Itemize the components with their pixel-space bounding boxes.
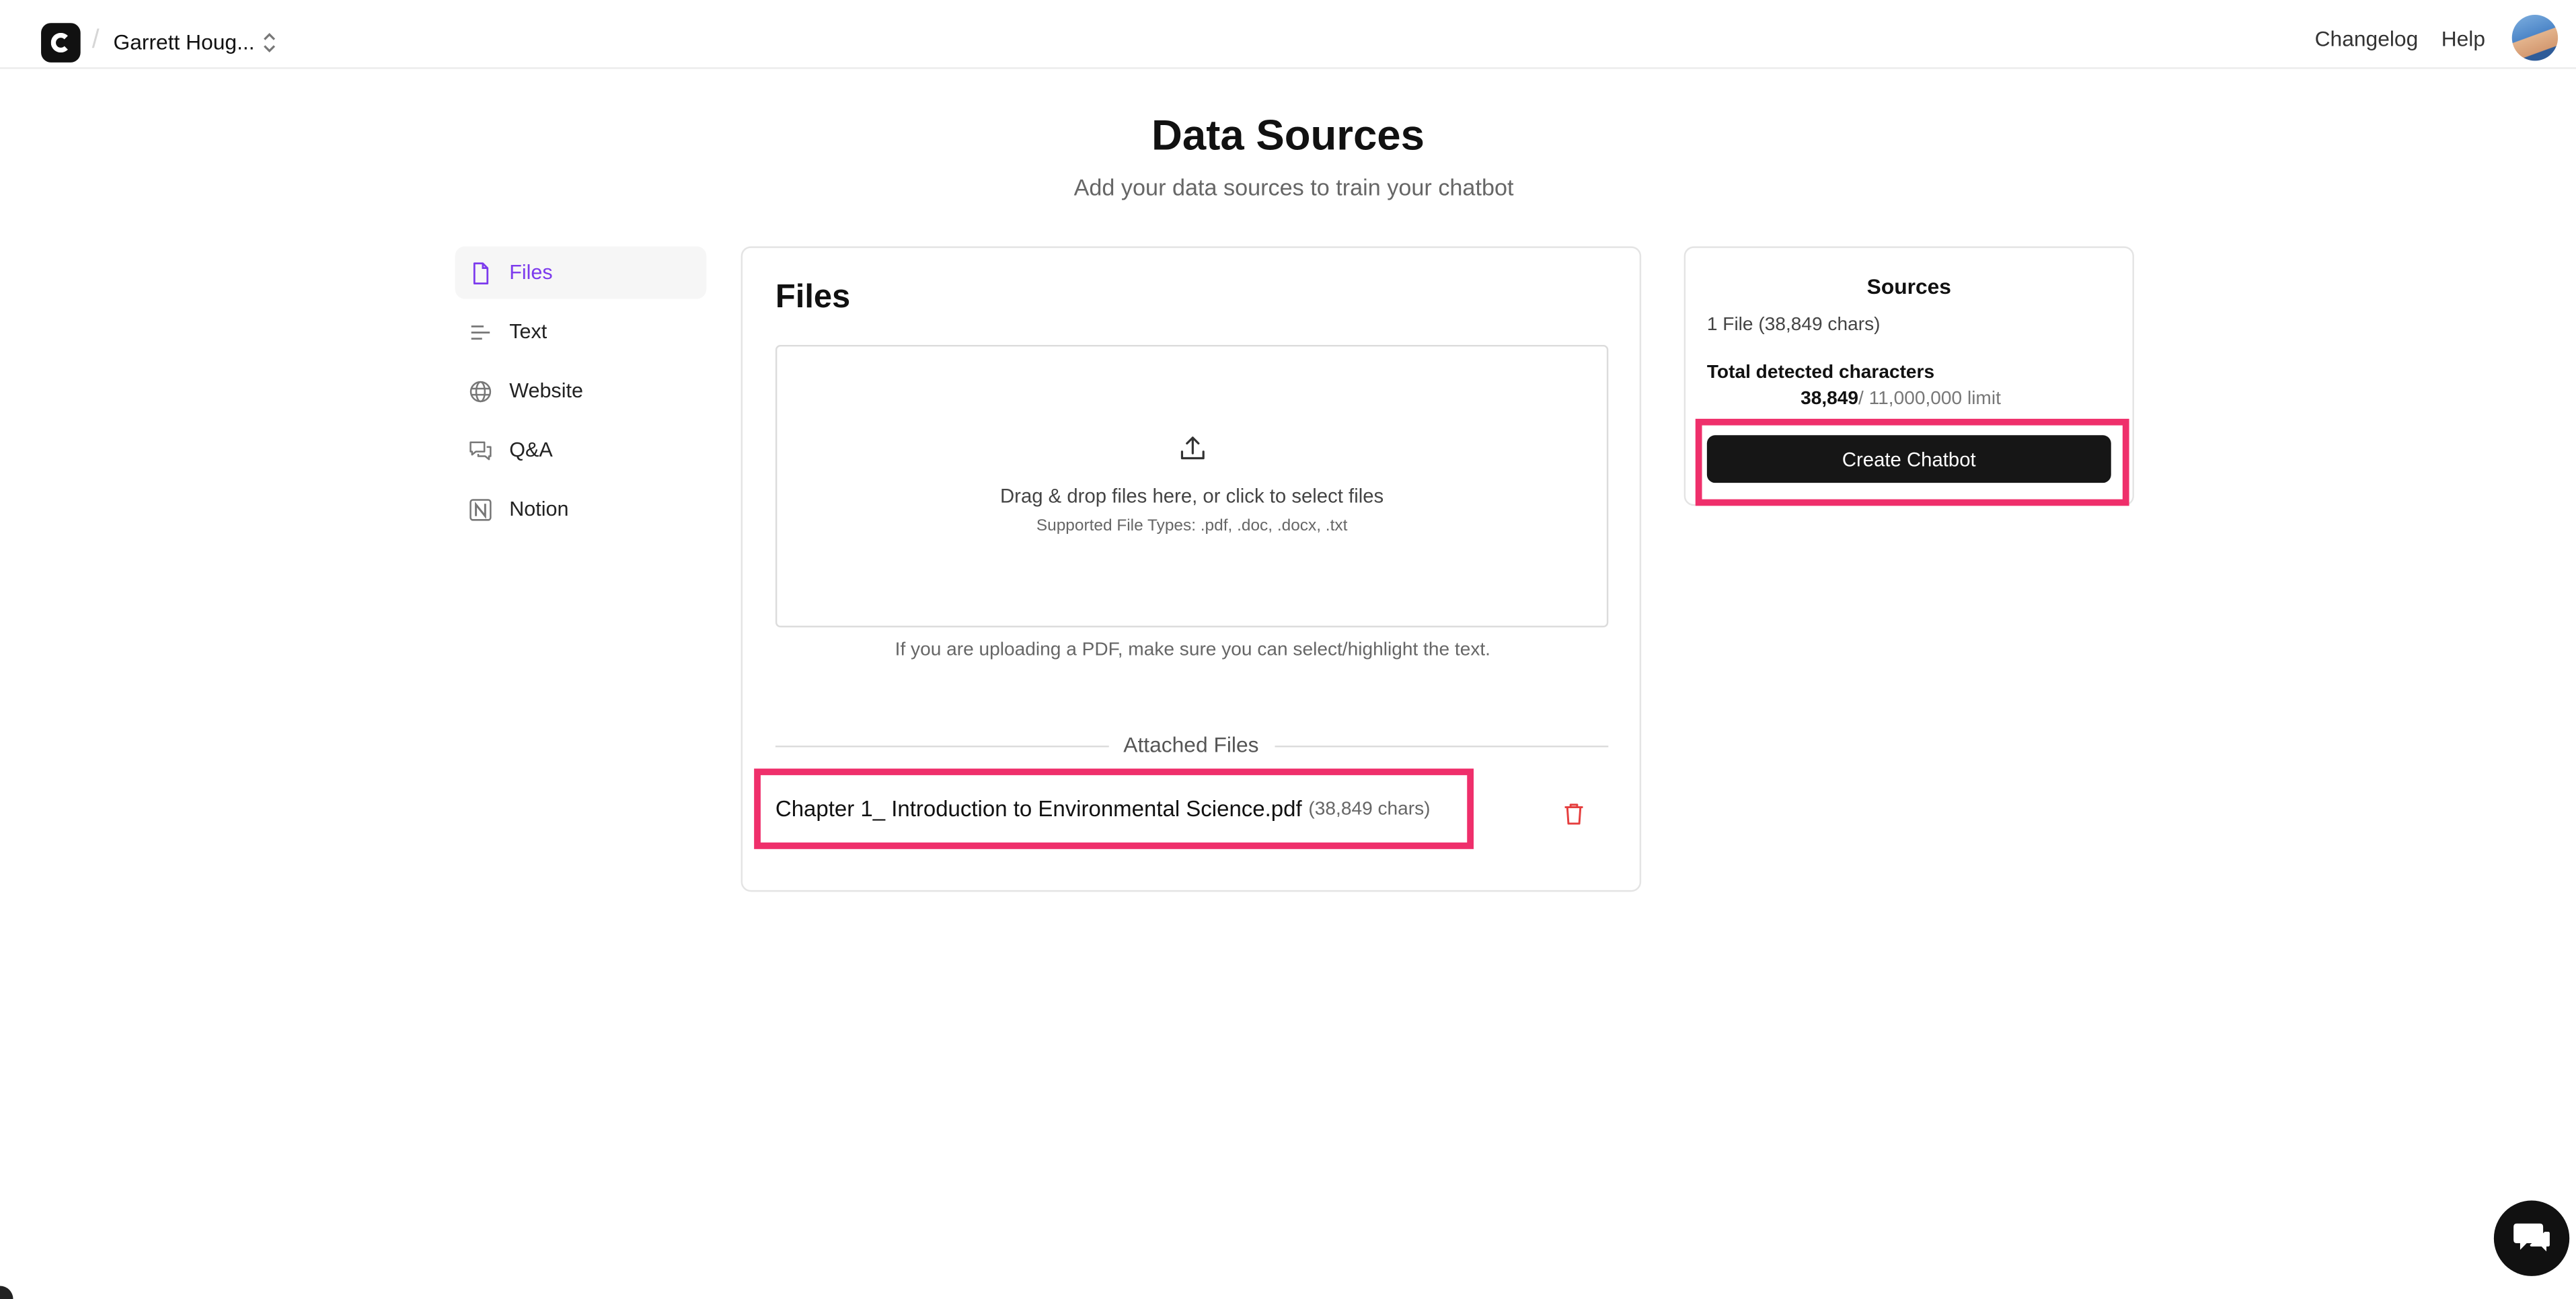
page-subtitle: Add your data sources to train your chat…: [1073, 173, 1514, 200]
text-lines-icon: [471, 324, 490, 339]
sources-panel: Sources 1 File (38,849 chars) Total dete…: [1683, 246, 2134, 506]
files-panel-title: Files: [775, 279, 851, 315]
nav-item-label: Notion: [509, 498, 569, 521]
create-chatbot-button[interactable]: Create Chatbot: [1706, 435, 2111, 483]
nav-item-files[interactable]: Files: [455, 246, 707, 299]
create-chatbot-highlight: Create Chatbot: [1695, 418, 2129, 506]
page-title: Data Sources: [1151, 110, 1425, 159]
logo-c-icon: [50, 32, 71, 53]
file-dropzone[interactable]: Drag & drop files here, or click to sele…: [775, 344, 1609, 628]
nav-item-label: Website: [509, 379, 583, 403]
globe-icon: [469, 380, 492, 402]
supported-file-types: Supported File Types: .pdf, .doc, .docx,…: [1036, 517, 1348, 536]
chat-icon: [2513, 1223, 2550, 1252]
chat-widget-button[interactable]: [2493, 1200, 2570, 1276]
user-avatar[interactable]: [2511, 14, 2559, 61]
changelog-link[interactable]: Changelog: [2315, 26, 2419, 51]
nav-item-label: Q&A: [509, 438, 553, 462]
attached-file-chars: (38,849 chars): [1308, 799, 1431, 819]
nav-item-label: Text: [509, 320, 547, 344]
corner-mark: [0, 1286, 13, 1299]
character-limit: / 11,000,000 limit: [1858, 389, 2001, 409]
attached-files-label: Attached Files: [1123, 732, 1259, 758]
app-logo[interactable]: [41, 23, 81, 63]
attached-file-name: Chapter 1_ Introduction to Environmental…: [775, 796, 1302, 822]
files-panel: Files Drag & drop files here, or click t…: [741, 246, 1642, 892]
nav-item-label: Files: [509, 261, 553, 284]
chevron-up-down-icon[interactable]: [260, 30, 279, 56]
character-total: 38,849: [1801, 389, 1859, 409]
file-icon: [473, 262, 489, 284]
workspace-name[interactable]: Garrett Houg...: [114, 30, 255, 54]
dropzone-text: Drag & drop files here, or click to sele…: [1000, 484, 1384, 508]
sources-file-count: 1 File (38,849 chars): [1706, 315, 1881, 336]
nav-item-notion[interactable]: Notion: [455, 483, 707, 535]
trash-icon[interactable]: [1562, 801, 1585, 826]
nav-item-text[interactable]: Text: [455, 305, 707, 358]
pdf-note: If you are uploading a PDF, make sure yo…: [895, 640, 1491, 660]
top-bar: / Garrett Houg... Changelog Help: [0, 0, 2576, 69]
total-characters-label: Total detected characters: [1706, 362, 1935, 383]
sources-title: Sources: [1866, 274, 1951, 299]
character-count: 38,849/ 11,000,000 limit: [1801, 389, 2001, 409]
nav-item-qa[interactable]: Q&A: [455, 424, 707, 476]
help-link[interactable]: Help: [2441, 26, 2485, 51]
nav-item-website[interactable]: Website: [455, 364, 707, 417]
attached-file-row: Chapter 1_ Introduction to Environmental…: [754, 769, 1474, 849]
chat-bubbles-icon: [469, 440, 492, 460]
source-type-nav: Files Text Website Q&A Notion: [455, 246, 707, 542]
breadcrumb-separator: /: [91, 26, 100, 54]
notion-icon: [469, 498, 492, 520]
upload-icon: [1180, 436, 1205, 460]
